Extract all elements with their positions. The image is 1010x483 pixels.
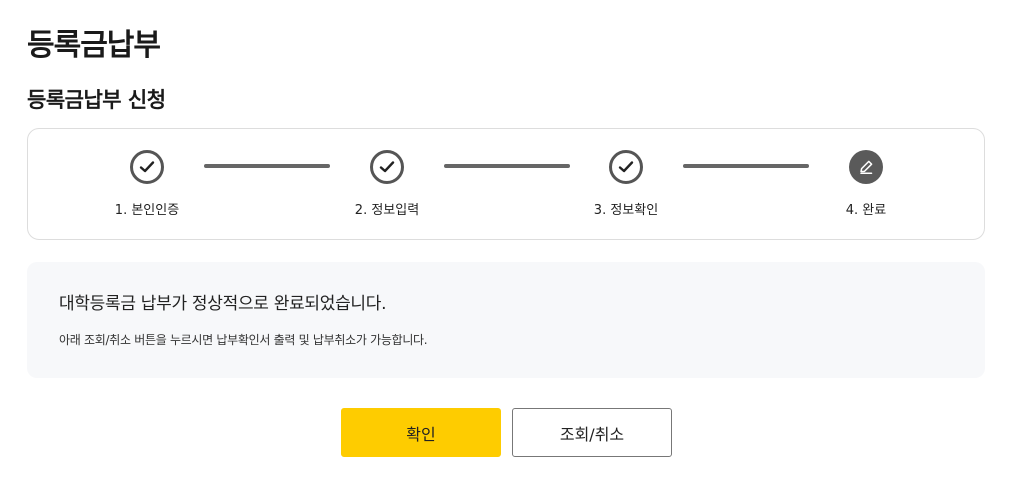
pencil-icon xyxy=(860,160,873,174)
step-3-label: 3. 정보확인 xyxy=(593,203,659,218)
step-2-circle xyxy=(370,150,404,184)
check-icon xyxy=(618,161,634,173)
lookup-cancel-button[interactable]: 조회/취소 xyxy=(512,408,672,457)
step-1-label: 1. 본인인증 xyxy=(114,203,180,218)
step-3-circle xyxy=(609,150,643,184)
step-1-circle xyxy=(130,150,164,184)
step-4-circle xyxy=(849,150,883,184)
page-title: 등록금납부 xyxy=(27,28,161,63)
step-2-label: 2. 정보입력 xyxy=(354,203,420,218)
check-icon xyxy=(139,161,155,173)
check-icon xyxy=(379,161,395,173)
section-title: 등록금납부 신청 xyxy=(27,88,166,112)
progress-stepper: 1. 본인인증 2. 정보입력 3. 정보확인 4. 완료 xyxy=(27,128,985,240)
step-connector-2 xyxy=(444,164,570,168)
completion-guide-text: 아래 조회/취소 버튼을 누르시면 납부확인서 출력 및 납부취소가 가능합니다… xyxy=(59,333,428,347)
step-4-label: 4. 완료 xyxy=(845,203,887,218)
step-connector-1 xyxy=(204,164,330,168)
completion-message: 대학등록금 납부가 정상적으로 완료되었습니다. xyxy=(59,294,387,314)
completion-message-panel: 대학등록금 납부가 정상적으로 완료되었습니다. 아래 조회/취소 버튼을 누르… xyxy=(27,262,985,378)
confirm-button[interactable]: 확인 xyxy=(341,408,501,457)
step-connector-3 xyxy=(683,164,809,168)
